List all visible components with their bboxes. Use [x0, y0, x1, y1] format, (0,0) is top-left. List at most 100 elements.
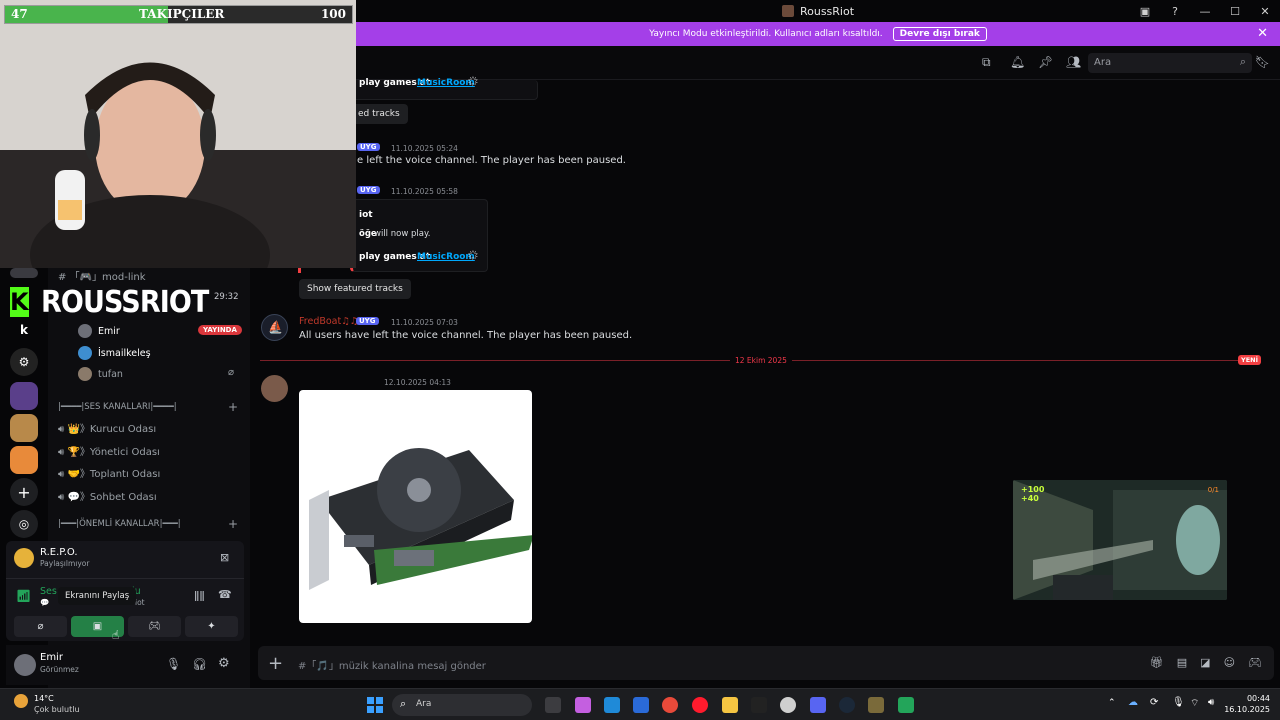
- server-icon[interactable]: [10, 268, 38, 278]
- category-voice[interactable]: |━━━━|SES KANALLARI|━━━━|: [58, 402, 177, 412]
- voice-channel[interactable]: 🔊︎ 👑》Kurucu Odası: [58, 420, 156, 435]
- attachment-image[interactable]: [299, 390, 534, 623]
- opera-icon[interactable]: [692, 697, 708, 713]
- channel-label: 👑》Kurucu Odası: [67, 424, 157, 435]
- follower-label: TAKIPÇILER: [139, 7, 225, 21]
- hud-right: 0/1: [1207, 486, 1219, 494]
- discover-icon[interactable]: ◎: [10, 510, 38, 538]
- settings-gear-icon[interactable]: ⚙: [218, 656, 230, 671]
- discord-icon[interactable]: [810, 697, 826, 713]
- close-icon[interactable]: ✕: [1257, 26, 1268, 41]
- message-time: 12.10.2025 04:13: [384, 378, 451, 387]
- clock-time[interactable]: 00:44: [1230, 694, 1270, 703]
- voice-user[interactable]: İsmailkeleş: [78, 346, 151, 360]
- app-tag: UYG: [357, 186, 380, 194]
- taskbar-search[interactable]: ⌕ Ara: [392, 694, 532, 716]
- voice-channel[interactable]: 🔊︎ 💬》Sohbet Odası: [58, 488, 157, 503]
- weather-desc: Çok bulutlu: [34, 705, 80, 714]
- featured-tracks-button[interactable]: Show featured tracks: [299, 279, 411, 299]
- add-channel-icon[interactable]: +: [228, 517, 238, 531]
- settings-app-icon[interactable]: [780, 697, 796, 713]
- gift-icon[interactable]: 🎁︎: [1150, 656, 1164, 669]
- webcam-image: [0, 0, 356, 268]
- headphones-icon[interactable]: 🎧︎: [192, 657, 207, 671]
- obs-icon[interactable]: [751, 697, 767, 713]
- soundwave-icon[interactable]: ǁǁ: [194, 589, 205, 602]
- apps-icon[interactable]: 🎮︎: [1248, 656, 1262, 669]
- window-title: RoussRiot: [799, 4, 855, 18]
- voice-user[interactable]: tufan: [78, 367, 123, 381]
- connection-title: Ses: [40, 586, 57, 597]
- voice-user-name: tufan: [98, 368, 123, 380]
- voice-user[interactable]: Emir: [78, 324, 120, 338]
- search-input[interactable]: Ara ⌕: [1088, 53, 1252, 73]
- members-icon[interactable]: 👥︎: [1066, 55, 1081, 69]
- composer-placeholder: #「🎵」müzik kanalina mesaj gönder: [298, 661, 486, 672]
- microphone-icon[interactable]: 🎙︎: [166, 657, 181, 671]
- stop-share-icon[interactable]: ⊠: [220, 551, 229, 564]
- copilot-icon[interactable]: [575, 697, 591, 713]
- message-text: All users have left the voice channel. T…: [299, 330, 633, 341]
- steam-icon[interactable]: [839, 697, 855, 713]
- bookmark-icon[interactable]: 🔖︎: [1255, 55, 1270, 69]
- mic-tray-icon[interactable]: 🎙︎: [1172, 697, 1185, 708]
- featured-tracks-button[interactable]: ed tracks: [350, 104, 408, 124]
- sticker-icon[interactable]: ◪: [1200, 656, 1210, 669]
- onedrive-icon[interactable]: ☁: [1128, 697, 1138, 708]
- message-author[interactable]: FredBoat♫♫: [299, 316, 358, 327]
- emoji-icon[interactable]: ☺: [1224, 656, 1235, 669]
- tray-expand-icon[interactable]: ⌃: [1108, 698, 1116, 708]
- maximize-button[interactable]: ☐: [1220, 5, 1250, 18]
- wifi-icon[interactable]: ⌔: [1190, 697, 1199, 710]
- avatar[interactable]: [14, 654, 36, 676]
- activity-sub: Paylaşılmıyor: [40, 559, 90, 568]
- xbox-icon[interactable]: [898, 697, 914, 713]
- tooltip: Ekranını Paylaş: [58, 587, 137, 605]
- server-icon[interactable]: [10, 446, 38, 474]
- edge-icon[interactable]: [604, 697, 620, 713]
- connection-sub-tail: iot: [135, 598, 145, 607]
- chrome-icon[interactable]: [662, 697, 678, 713]
- sync-icon[interactable]: ⟳: [1150, 697, 1158, 708]
- app-icon[interactable]: [868, 697, 884, 713]
- folder-icon[interactable]: [722, 697, 738, 713]
- avatar[interactable]: [261, 375, 288, 402]
- weather-icon[interactable]: [14, 694, 28, 708]
- threads-icon[interactable]: ⧉: [982, 55, 996, 69]
- channel-mod-link[interactable]: # 「🎮」mod-link: [58, 268, 146, 283]
- pin-icon[interactable]: 📌︎: [1038, 55, 1053, 69]
- category-important[interactable]: |━━━|ÖNEMLİ KANALLAR|━━━|: [58, 519, 181, 529]
- avatar: [78, 324, 92, 338]
- streamer-mode-banner: Yayıncı Modu etkinleştirildi. Kullanıcı …: [356, 22, 1280, 46]
- avatar[interactable]: ⛵: [261, 314, 288, 341]
- help-icon[interactable]: ?: [1160, 5, 1190, 18]
- screen-share-icon: ▣: [92, 621, 103, 632]
- gif-icon[interactable]: ▤: [1177, 656, 1187, 669]
- voice-channel[interactable]: 🔊︎ 🏆》Yönetici Odası: [58, 443, 160, 458]
- graphics-card-image: [309, 448, 534, 590]
- inbox-window-icon[interactable]: ▣: [1130, 5, 1160, 18]
- close-window-button[interactable]: ✕: [1250, 5, 1280, 18]
- minimize-button[interactable]: —: [1190, 5, 1220, 18]
- volume-icon[interactable]: 🔊︎: [1208, 697, 1214, 708]
- clock-date[interactable]: 16.10.2025: [1220, 705, 1270, 714]
- disable-streamer-mode-button[interactable]: Devre dışı bırak: [892, 27, 987, 41]
- add-server-icon[interactable]: +: [10, 478, 38, 506]
- message-time: 11.10.2025 05:58: [391, 187, 458, 196]
- voice-channel[interactable]: 🔊︎ 🤝》Toplantı Odası: [58, 465, 160, 480]
- activities-button[interactable]: 🎮︎: [128, 616, 181, 637]
- soundboard-button[interactable]: ✦: [185, 616, 238, 637]
- channel-label: 🤝》Toplantı Odası: [67, 469, 161, 480]
- camera-off-button[interactable]: ⌀: [14, 616, 67, 637]
- disconnect-icon[interactable]: ☎: [218, 588, 232, 601]
- streamer-name: ROUSSRIOT: [40, 284, 209, 320]
- start-button[interactable]: [367, 697, 383, 713]
- bell-icon[interactable]: 🔔︎: [1010, 55, 1025, 69]
- server-icon[interactable]: [10, 414, 38, 442]
- store-icon[interactable]: [633, 697, 649, 713]
- message-composer[interactable]: + #「🎵」müzik kanalina mesaj gönder 🎁︎ ▤ ◪…: [258, 646, 1274, 680]
- task-view-icon[interactable]: [545, 697, 561, 713]
- server-icon[interactable]: ⚙: [10, 348, 38, 376]
- server-icon[interactable]: [10, 382, 38, 410]
- add-channel-icon[interactable]: +: [228, 400, 238, 414]
